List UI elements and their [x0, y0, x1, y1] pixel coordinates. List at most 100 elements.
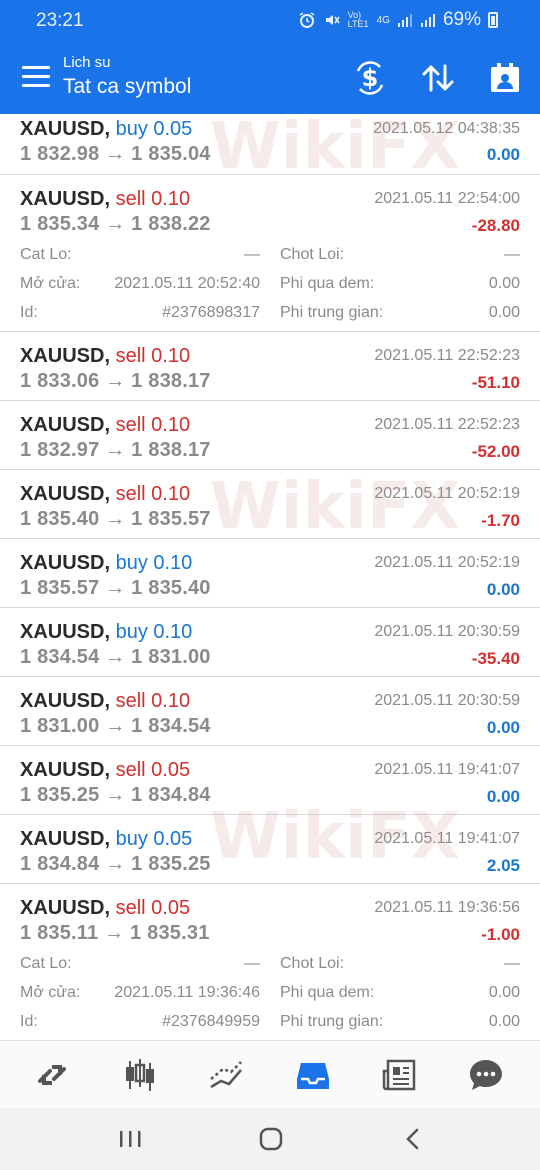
- take-profit-value: —: [504, 955, 520, 972]
- trade-title: XAUUSD, sell 0.05: [20, 759, 190, 782]
- trade-side: sell 0.05: [115, 759, 191, 781]
- recent-apps-button[interactable]: [110, 1124, 150, 1154]
- title-block[interactable]: Lich su Tat ca symbol: [63, 54, 191, 99]
- sort-button[interactable]: [420, 60, 456, 96]
- trade-profit: 0.00: [486, 580, 520, 599]
- commission-value: 0.00: [488, 304, 520, 321]
- nav-trade[interactable]: [206, 1055, 246, 1095]
- trade-side: sell 0.10: [115, 345, 191, 367]
- order-id-value: #2376849959: [162, 1013, 260, 1030]
- trade-datetime: 2021.05.11 22:52:23: [374, 416, 520, 433]
- trade-title: XAUUSD, buy 0.05: [20, 118, 192, 141]
- trade-datetime: 2021.05.11 20:30:59: [374, 692, 520, 709]
- home-button[interactable]: [251, 1124, 291, 1154]
- network-label: Vo) LTE1: [347, 10, 369, 29]
- trade-datetime: 2021.05.11 20:30:59: [374, 623, 520, 640]
- recent-apps-icon: [120, 1131, 141, 1147]
- trade-title: XAUUSD, sell 0.10: [20, 345, 190, 368]
- trade-symbol: XAUUSD,: [20, 759, 111, 781]
- trade-datetime: 2021.05.11 19:41:07: [374, 830, 520, 847]
- trade-title: XAUUSD, buy 0.10: [20, 552, 192, 575]
- trade-side: buy 0.10: [115, 621, 193, 643]
- trade-prices: 1 833.06 → 1 838.17: [20, 370, 211, 392]
- commission-label: Phi trung gian:: [280, 1013, 384, 1030]
- sort-icon: [422, 64, 454, 92]
- bottom-nav: [0, 1040, 540, 1108]
- menu-button[interactable]: [22, 66, 50, 88]
- trade-symbol: XAUUSD,: [20, 345, 111, 367]
- trade-datetime: 2021.05.11 20:52:19: [374, 554, 520, 571]
- trade-row[interactable]: XAUUSD, buy 0.05 1 834.84 → 1 835.25 2021.…: [0, 815, 540, 884]
- stop-loss-label: Cat Lo:: [20, 955, 72, 972]
- trade-profit: 0.00: [486, 787, 520, 806]
- trade-profit: -1.00: [481, 925, 520, 944]
- network-type: 4G: [376, 14, 390, 26]
- trade-prices: 1 835.25 → 1 834.84: [20, 784, 211, 806]
- trade-row[interactable]: XAUUSD, sell 0.10 1 833.06 → 1 838.17 2021…: [0, 332, 540, 401]
- trade-row[interactable]: XAUUSD, buy 0.10 1 835.57 → 1 835.40 2021.…: [0, 539, 540, 608]
- back-button[interactable]: [393, 1124, 433, 1154]
- trade-datetime: 2021.05.11 19:41:07: [374, 761, 520, 778]
- back-icon: [406, 1128, 419, 1150]
- trade-title: XAUUSD, sell 0.10: [20, 690, 190, 713]
- nav-history[interactable]: [293, 1055, 333, 1095]
- trade-symbol: XAUUSD,: [20, 552, 111, 574]
- status-icons: Vo) LTE1 4G 69%: [298, 9, 498, 31]
- trade-prices: 1 835.40 → 1 835.57: [20, 508, 211, 530]
- trade-profit: -51.10: [471, 373, 520, 392]
- trade-side: sell 0.05: [115, 897, 191, 919]
- swap-label: Phi qua dem:: [280, 984, 375, 1001]
- trade-history-list[interactable]: XAUUSD, buy 0.05 1 832.98 → 1 835.04 2021.…: [0, 114, 540, 1040]
- trade-side: sell 0.10: [115, 483, 191, 505]
- nav-quotes[interactable]: [32, 1055, 72, 1095]
- swap-label: Phi qua dem:: [280, 275, 375, 292]
- chart-icon: [126, 1059, 154, 1091]
- calendar-icon: [491, 63, 519, 92]
- trade-datetime: 2021.05.11 22:52:23: [374, 347, 520, 364]
- trade-title: XAUUSD, buy 0.05: [20, 828, 192, 851]
- take-profit-value: —: [504, 246, 520, 263]
- trade-row[interactable]: XAUUSD, sell 0.05 1 835.25 → 1 834.84 2021…: [0, 746, 540, 815]
- trade-profit: -28.80: [471, 216, 520, 235]
- trade-profit: 0.00: [486, 145, 520, 164]
- calendar-button[interactable]: [487, 60, 523, 96]
- trade-profit: -52.00: [471, 442, 520, 461]
- nav-news[interactable]: [380, 1055, 420, 1095]
- nav-chart[interactable]: [120, 1055, 160, 1095]
- battery-level: 69%: [442, 9, 481, 30]
- trade-profit: 0.00: [486, 718, 520, 737]
- trade-row[interactable]: XAUUSD, buy 0.05 1 832.98 → 1 835.04 2021.…: [0, 114, 540, 175]
- trade-prices: 1 831.00 → 1 834.54: [20, 715, 211, 737]
- trade-row[interactable]: XAUUSD, buy 0.10 1 834.54 → 1 831.00 2021.…: [0, 608, 540, 677]
- trade-prices: 1 835.34 → 1 838.22: [20, 213, 211, 235]
- swap-value: 0.00: [488, 984, 520, 1001]
- stop-loss-label: Cat Lo:: [20, 246, 72, 263]
- trade-side: sell 0.10: [115, 188, 191, 210]
- menu-icon-bar: [22, 75, 50, 78]
- commission-value: 0.00: [488, 1013, 520, 1030]
- trade-title: XAUUSD, sell 0.10: [20, 188, 190, 211]
- chat-icon: [470, 1060, 502, 1090]
- trade-row[interactable]: XAUUSD, sell 0.10 1 832.97 → 1 838.17 2021…: [0, 401, 540, 470]
- trade-row[interactable]: XAUUSD, sell 0.10 1 831.00 → 1 834.54 2021…: [0, 677, 540, 746]
- trade-icon: [210, 1061, 242, 1089]
- open-time-label: Mở cửa:: [20, 984, 81, 1001]
- header: 23:21 Vo) LTE1 4G 69% Lich su Tat ca sym…: [0, 0, 540, 114]
- trade-row[interactable]: XAUUSD, sell 0.05 1 835.11 → 1 835.31 2021…: [0, 884, 540, 1040]
- app-root: 23:21 Vo) LTE1 4G 69% Lich su Tat ca sym…: [0, 0, 540, 1170]
- trade-side: sell 0.10: [115, 690, 191, 712]
- trade-row[interactable]: XAUUSD, sell 0.10 1 835.34 → 1 838.22 2021…: [0, 175, 540, 332]
- nav-chat[interactable]: [466, 1055, 506, 1095]
- battery-icon: [488, 12, 498, 28]
- open-time-value: 2021.05.11 19:36:46: [114, 984, 260, 1001]
- trade-datetime: 2021.05.11 19:36:56: [374, 899, 520, 916]
- trade-row[interactable]: XAUUSD, sell 0.10 1 835.40 → 1 835.57 2021…: [0, 470, 540, 539]
- signal-icon: [397, 14, 412, 27]
- trade-side: buy 0.05: [115, 118, 193, 140]
- trade-profit: -1.70: [481, 511, 520, 530]
- mute-icon: [325, 15, 340, 25]
- balance-button[interactable]: $: [352, 60, 388, 96]
- quotes-icon: [38, 1065, 66, 1085]
- trade-symbol: XAUUSD,: [20, 188, 111, 210]
- open-time-value: 2021.05.11 20:52:40: [114, 275, 260, 292]
